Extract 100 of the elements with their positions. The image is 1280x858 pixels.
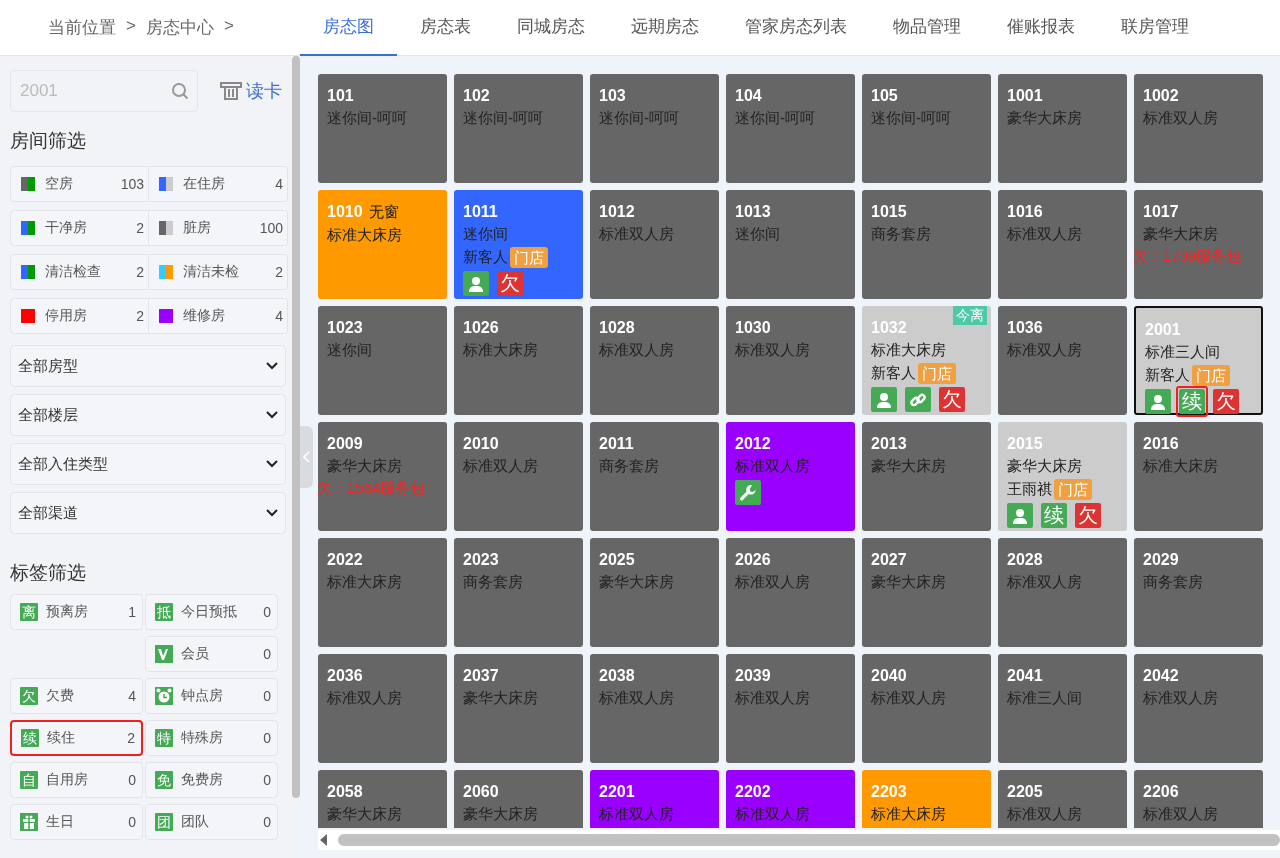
- room-card[interactable]: 2029 商务套房: [1134, 538, 1263, 647]
- room-card[interactable]: 2205 标准双人房: [998, 770, 1127, 828]
- room-card[interactable]: 103 迷你间-呵呵: [590, 74, 719, 183]
- room-card[interactable]: 101 迷你间-呵呵: [318, 74, 447, 183]
- room-card[interactable]: 1028 标准双人房: [590, 306, 719, 415]
- room-filter[interactable]: 清洁未检 2: [149, 254, 288, 290]
- room-card[interactable]: 2038 标准双人房: [590, 654, 719, 763]
- nav-tab[interactable]: 催账报表: [984, 0, 1098, 56]
- tag-filter[interactable]: 续 续住 2: [10, 720, 143, 756]
- room-filter-label: 清洁未检: [183, 263, 240, 281]
- breadcrumb-link[interactable]: 房态中心: [145, 16, 214, 39]
- room-card[interactable]: 2037 豪华大床房: [454, 654, 583, 763]
- room-card[interactable]: 1002 标准双人房: [1134, 74, 1263, 183]
- nav-tab[interactable]: 管家房态列表: [722, 0, 870, 56]
- room-card[interactable]: 102 迷你间-呵呵: [454, 74, 583, 183]
- room-card[interactable]: 1016 标准双人房: [998, 190, 1127, 299]
- tag-filter[interactable]: 钟点房 0: [145, 678, 278, 714]
- room-card[interactable]: 2026 标准双人房: [726, 538, 855, 647]
- tag-filter[interactable]: 自 自用房 0: [10, 762, 143, 798]
- room-card[interactable]: 2201 标准双人房: [590, 770, 719, 828]
- room-card[interactable]: 2203 标准大床房: [862, 770, 991, 828]
- tag-filter[interactable]: 特 特殊房 0: [145, 720, 278, 756]
- room-card[interactable]: 2009 豪华大床房 欠：1564服务包: [318, 422, 447, 531]
- room-card[interactable]: 1012 标准双人房: [590, 190, 719, 299]
- room-card[interactable]: 1015 商务套房: [862, 190, 991, 299]
- room-card[interactable]: 2012 标准双人房: [726, 422, 855, 531]
- nav-tab[interactable]: 远期房态: [608, 0, 722, 56]
- room-card[interactable]: 1036 标准双人房: [998, 306, 1127, 415]
- room-number: 2023: [463, 550, 499, 569]
- room-card[interactable]: 2016 标准大床房: [1134, 422, 1263, 531]
- room-filter[interactable]: 干净房 2: [10, 210, 149, 246]
- filter-dropdown[interactable]: 全部房型: [10, 345, 286, 387]
- room-card[interactable]: 1010 无窗 标准大床房: [318, 190, 447, 299]
- room-type: 标准双人房: [871, 688, 946, 708]
- guest-badge: [1145, 389, 1171, 414]
- room-card[interactable]: 2028 标准双人房: [998, 538, 1127, 647]
- room-type: 迷你间-呵呵: [327, 108, 407, 128]
- room-card[interactable]: 2060 豪华大床房: [454, 770, 583, 828]
- room-filter[interactable]: 停用房 2: [10, 298, 149, 334]
- filter-dropdown[interactable]: 全部入住类型: [10, 443, 286, 485]
- room-filter[interactable]: 脏房 100: [149, 210, 288, 246]
- search-field[interactable]: 2001: [10, 70, 198, 112]
- room-filter[interactable]: 在住房 4: [149, 166, 288, 202]
- read-card-button[interactable]: 读卡: [220, 79, 282, 103]
- room-card[interactable]: 2041 标准三人间: [998, 654, 1127, 763]
- room-card[interactable]: 1011 迷你间 新客人 门店 欠: [454, 190, 583, 299]
- room-number: 2026: [735, 550, 771, 569]
- tag-filter[interactable]: 会员 0: [145, 636, 278, 672]
- room-card[interactable]: 2042 标准双人房: [1134, 654, 1263, 763]
- room-type: 标准大床房: [871, 804, 946, 824]
- room-type: 豪华大床房: [463, 688, 538, 708]
- room-card[interactable]: 2013 豪华大床房: [862, 422, 991, 531]
- filter-dropdown[interactable]: 全部渠道: [10, 492, 286, 534]
- nav-tab[interactable]: 联房管理: [1098, 0, 1212, 56]
- room-card[interactable]: 1026 标准大床房: [454, 306, 583, 415]
- room-card[interactable]: 2022 标准大床房: [318, 538, 447, 647]
- room-card[interactable]: 2010 标准双人房: [454, 422, 583, 531]
- room-card[interactable]: 1030 标准双人房: [726, 306, 855, 415]
- tag-filter[interactable]: 生日 0: [10, 804, 143, 840]
- scrollbar[interactable]: [292, 56, 300, 798]
- tag-filter[interactable]: 欠 欠费 4: [10, 678, 143, 714]
- room-card[interactable]: 2039 标准双人房: [726, 654, 855, 763]
- search-input[interactable]: 2001: [18, 80, 158, 102]
- room-card[interactable]: 104 迷你间-呵呵: [726, 74, 855, 183]
- nav-tab[interactable]: 物品管理: [870, 0, 984, 56]
- room-card[interactable]: 2023 商务套房: [454, 538, 583, 647]
- room-card[interactable]: 2040 标准双人房: [862, 654, 991, 763]
- room-card[interactable]: 1013 迷你间: [726, 190, 855, 299]
- room-card[interactable]: 2202 标准双人房: [726, 770, 855, 828]
- nav-tab[interactable]: 房态表: [397, 0, 494, 56]
- tag-filter[interactable]: 离 预离房 1: [10, 594, 143, 630]
- room-filter[interactable]: 维修房 4: [149, 298, 288, 334]
- room-card[interactable]: 2058 豪华大床房: [318, 770, 447, 828]
- room-card[interactable]: 2036 标准双人房: [318, 654, 447, 763]
- tag-filter[interactable]: 团 团队 0: [145, 804, 278, 840]
- collapse-handle[interactable]: [300, 426, 313, 488]
- room-filter[interactable]: 清洁检查 2: [10, 254, 149, 290]
- room-filter[interactable]: 空房 103: [10, 166, 149, 202]
- horizontal-scrollbar[interactable]: [318, 830, 1280, 850]
- debt-text: 欠：1739服务包: [1133, 246, 1242, 266]
- room-type: 豪华大床房: [327, 456, 402, 476]
- tag-filter[interactable]: 抵 今日预抵 0: [145, 594, 278, 630]
- tag-filter-label: 团队: [181, 813, 210, 831]
- room-card[interactable]: 2011 商务套房: [590, 422, 719, 531]
- room-number: 1028: [599, 318, 635, 337]
- room-card[interactable]: 2027 豪华大床房: [862, 538, 991, 647]
- room-card[interactable]: 2206 标准双人房: [1134, 770, 1263, 828]
- room-card[interactable]: 1023 迷你间: [318, 306, 447, 415]
- scroll-left-icon[interactable]: [318, 833, 328, 847]
- nav-tab[interactable]: 同城房态: [494, 0, 608, 56]
- filter-dropdown[interactable]: 全部楼层: [10, 394, 286, 436]
- room-card[interactable]: 2025 豪华大床房: [590, 538, 719, 647]
- room-card[interactable]: 1017 豪华大床房 欠：1739服务包: [1134, 190, 1263, 299]
- room-card[interactable]: 105 迷你间-呵呵: [862, 74, 991, 183]
- tag-filter[interactable]: 免 免费房 0: [145, 762, 278, 798]
- nav-tab[interactable]: 房态图: [300, 0, 397, 56]
- room-card[interactable]: 1001 豪华大床房: [998, 74, 1127, 183]
- guest-name: 新客人: [463, 247, 508, 267]
- room-number: 2025: [599, 550, 635, 569]
- card-reader-icon: [220, 81, 242, 101]
